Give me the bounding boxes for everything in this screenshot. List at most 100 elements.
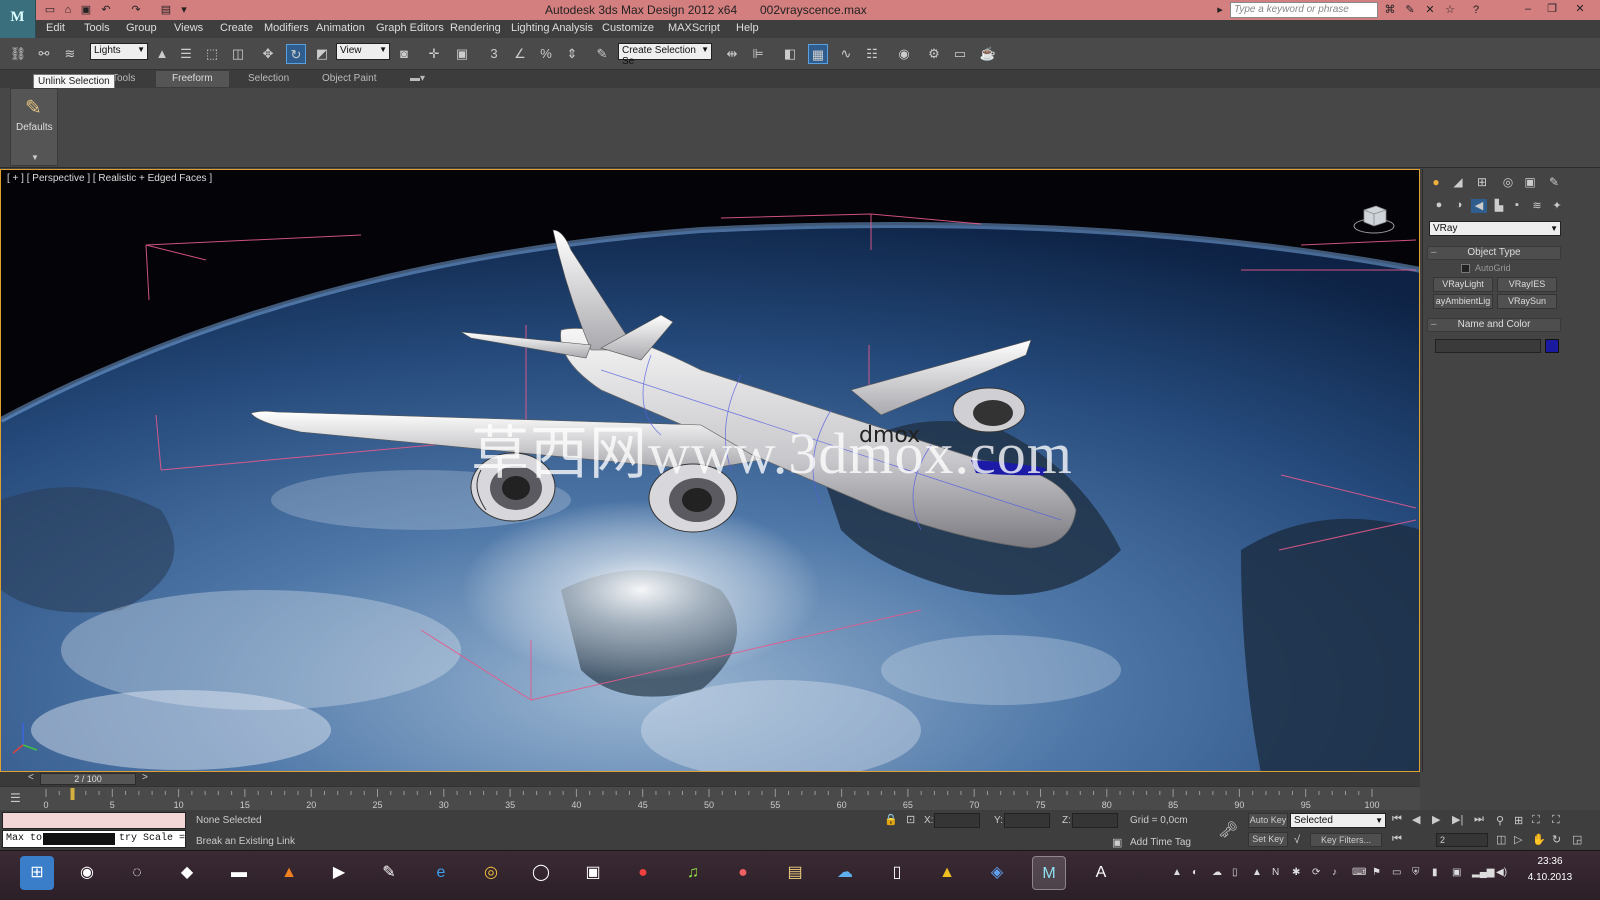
restore-icon[interactable]: ❐ [1540,1,1564,17]
rect-region-icon[interactable]: ⬚ [202,44,222,64]
named-selection-dropdown[interactable]: Create Selection Se ▼ [618,43,712,67]
menu-edit[interactable]: Edit [46,22,65,34]
x-coord-field[interactable] [934,813,980,828]
app-globe-icon[interactable]: ◉ [70,856,104,890]
key-filters-button[interactable]: Key Filters... [1310,833,1382,847]
name-and-color-rollout[interactable]: – Name and Color [1427,318,1561,332]
orbit-icon[interactable]: ↻ [1552,833,1561,846]
viewcube-icon[interactable] [1351,200,1397,236]
vrayambientlight-button[interactable]: ayAmbientLig [1433,294,1493,309]
tab-selection[interactable]: Selection [248,73,289,84]
time-slider-thumb[interactable]: 2 / 100 [40,773,136,785]
light-category-dropdown[interactable]: VRay ▼ [1429,221,1561,236]
display-tab-icon[interactable]: ▣ [1521,175,1539,191]
scale-icon[interactable]: ◩ [312,44,332,64]
tray-flag-icon[interactable]: ⚑ [1372,867,1381,878]
zoom-extents-icon[interactable]: ⛶ [1532,814,1540,827]
circle-app-icon[interactable]: ◯ [524,856,558,890]
bind-spacewarp-icon[interactable]: ≋ [60,44,80,64]
previous-frame-icon[interactable]: ◀ [1412,813,1420,826]
menu-create[interactable]: Create [220,22,253,34]
tray-display-icon[interactable]: ▣ [1452,867,1461,878]
select-object-icon[interactable]: ▲ [152,44,172,64]
tray-sound-app-icon[interactable]: ♪ [1332,867,1337,878]
record-app-icon[interactable]: ● [626,856,660,890]
menu-graph-editors[interactable]: Graph Editors [376,22,444,34]
open-file-icon[interactable]: ⌂ [60,3,76,17]
tray-phone-icon[interactable]: ▯ [1232,867,1238,878]
close-icon[interactable]: ✕ [1568,1,1592,17]
spacewarps-icon[interactable]: ≋ [1529,199,1545,213]
camera-app-icon[interactable]: ◆ [170,856,204,890]
menu-views[interactable]: Views [174,22,203,34]
new-file-icon[interactable]: ▭ [42,3,58,17]
perspective-viewport[interactable]: dmox [ + ] [ Perspective ] [ Realistic +… [0,169,1420,772]
autodesk-app-icon[interactable]: A [1084,856,1118,890]
current-frame-field[interactable]: 2 [1436,833,1488,847]
rendered-frame-window-icon[interactable]: ▭ [950,44,970,64]
menu-tools[interactable]: Tools [84,22,110,34]
go-to-end-icon[interactable]: ⏭ [1474,813,1484,826]
tray-n-icon[interactable]: N [1272,867,1279,878]
vrayies-button[interactable]: VRayIES [1497,277,1557,292]
tray-network-icon[interactable]: ▂▄▆ [1472,867,1494,878]
quick-access-dropdown-icon[interactable]: ▾ [176,3,192,17]
tray-app-icon[interactable]: ◐ [1192,867,1198,878]
render-production-icon[interactable]: ☕ [978,44,998,64]
selection-filter-dropdown[interactable]: Lights ▼ [90,43,148,60]
auto-key-button[interactable]: Auto Key [1248,813,1288,828]
graphite-ribbon-icon[interactable]: ▦ [808,44,828,64]
add-time-tag[interactable]: Add Time Tag [1130,837,1191,848]
save-file-icon[interactable]: ▣ [78,3,94,17]
undo-icon[interactable]: ↶ [98,3,114,17]
project-folder-icon[interactable]: ▤ [158,3,174,17]
binoculars-icon[interactable]: ⌘ [1382,3,1398,17]
set-key-button[interactable]: Set Key [1248,832,1288,847]
menu-customize[interactable]: Customize [602,22,654,34]
tab-tools[interactable]: Tools [112,73,135,84]
object-name-field[interactable] [1435,339,1541,353]
vlc-icon[interactable]: ▲ [272,856,306,890]
application-menu-button[interactable]: M [0,0,36,38]
viewport-label[interactable]: [ + ] [ Perspective ] [ Realistic + Edge… [7,173,212,184]
search-input[interactable]: Type a keyword or phrase [1230,2,1378,18]
angle-snap-icon[interactable]: ∠ [510,44,530,64]
zoom-all-icon[interactable]: ⊞ [1514,814,1523,827]
chat-app-icon[interactable]: ● [726,856,760,890]
help-icon[interactable]: ? [1468,3,1484,17]
systems-icon[interactable]: ✦ [1549,199,1565,213]
keyboard-shortcut-icon[interactable]: ▣ [452,44,472,64]
lights-icon[interactable]: ◀ [1471,199,1487,213]
firefox-icon[interactable]: ◌ [120,856,154,890]
create-tab-icon[interactable]: ● [1427,175,1445,191]
subscription-icon[interactable]: ✎ [1402,3,1418,17]
pan-icon[interactable]: ✋ [1532,833,1546,846]
ribbon-options-icon[interactable]: ▬▾ [410,73,425,84]
paint-icon[interactable]: ✎ [372,856,406,890]
internet-explorer-icon[interactable]: e [424,856,458,890]
tray-volume-icon[interactable]: ◀) [1496,867,1507,878]
play-icon[interactable]: ▶ [1432,813,1440,826]
3ds-max-taskbar-icon[interactable]: M [1032,856,1066,890]
minimize-icon[interactable]: – [1516,1,1540,17]
object-color-swatch[interactable] [1545,339,1559,353]
pivot-icon[interactable]: ◙ [394,44,414,64]
layer-manager-icon[interactable]: ◧ [780,44,800,64]
geometry-icon[interactable]: ● [1431,199,1447,213]
track-bar[interactable]: ☰ 0 5 10 15 20 25 30 35 40 45 50 55 60 65 70 75 80 85 90 95… [0,786,1420,810]
clock-date[interactable]: 4.10.2013 [1520,872,1580,883]
menu-maxscript[interactable]: MAXScript [668,22,720,34]
tray-drive-icon[interactable]: ▲ [1252,867,1262,878]
align-icon[interactable]: ⊫ [748,44,768,64]
media-player-icon[interactable]: ▶ [322,856,356,890]
time-slider-prev-icon[interactable]: < [28,772,34,783]
vraysun-button[interactable]: VRaySun [1497,294,1557,309]
time-slider[interactable]: < 2 / 100 > [0,772,1420,786]
curve-editor-icon[interactable]: ∿ [836,44,856,64]
tray-shield-icon[interactable]: ⛨ [1412,867,1420,878]
z-coord-field[interactable] [1072,813,1118,828]
spinner-snap-icon[interactable]: ⇕ [562,44,582,64]
zoom-icon[interactable]: ⚲ [1496,814,1504,827]
tray-battery-icon[interactable]: ▮ [1432,867,1438,878]
rotate-icon[interactable]: ↻ [286,44,306,64]
